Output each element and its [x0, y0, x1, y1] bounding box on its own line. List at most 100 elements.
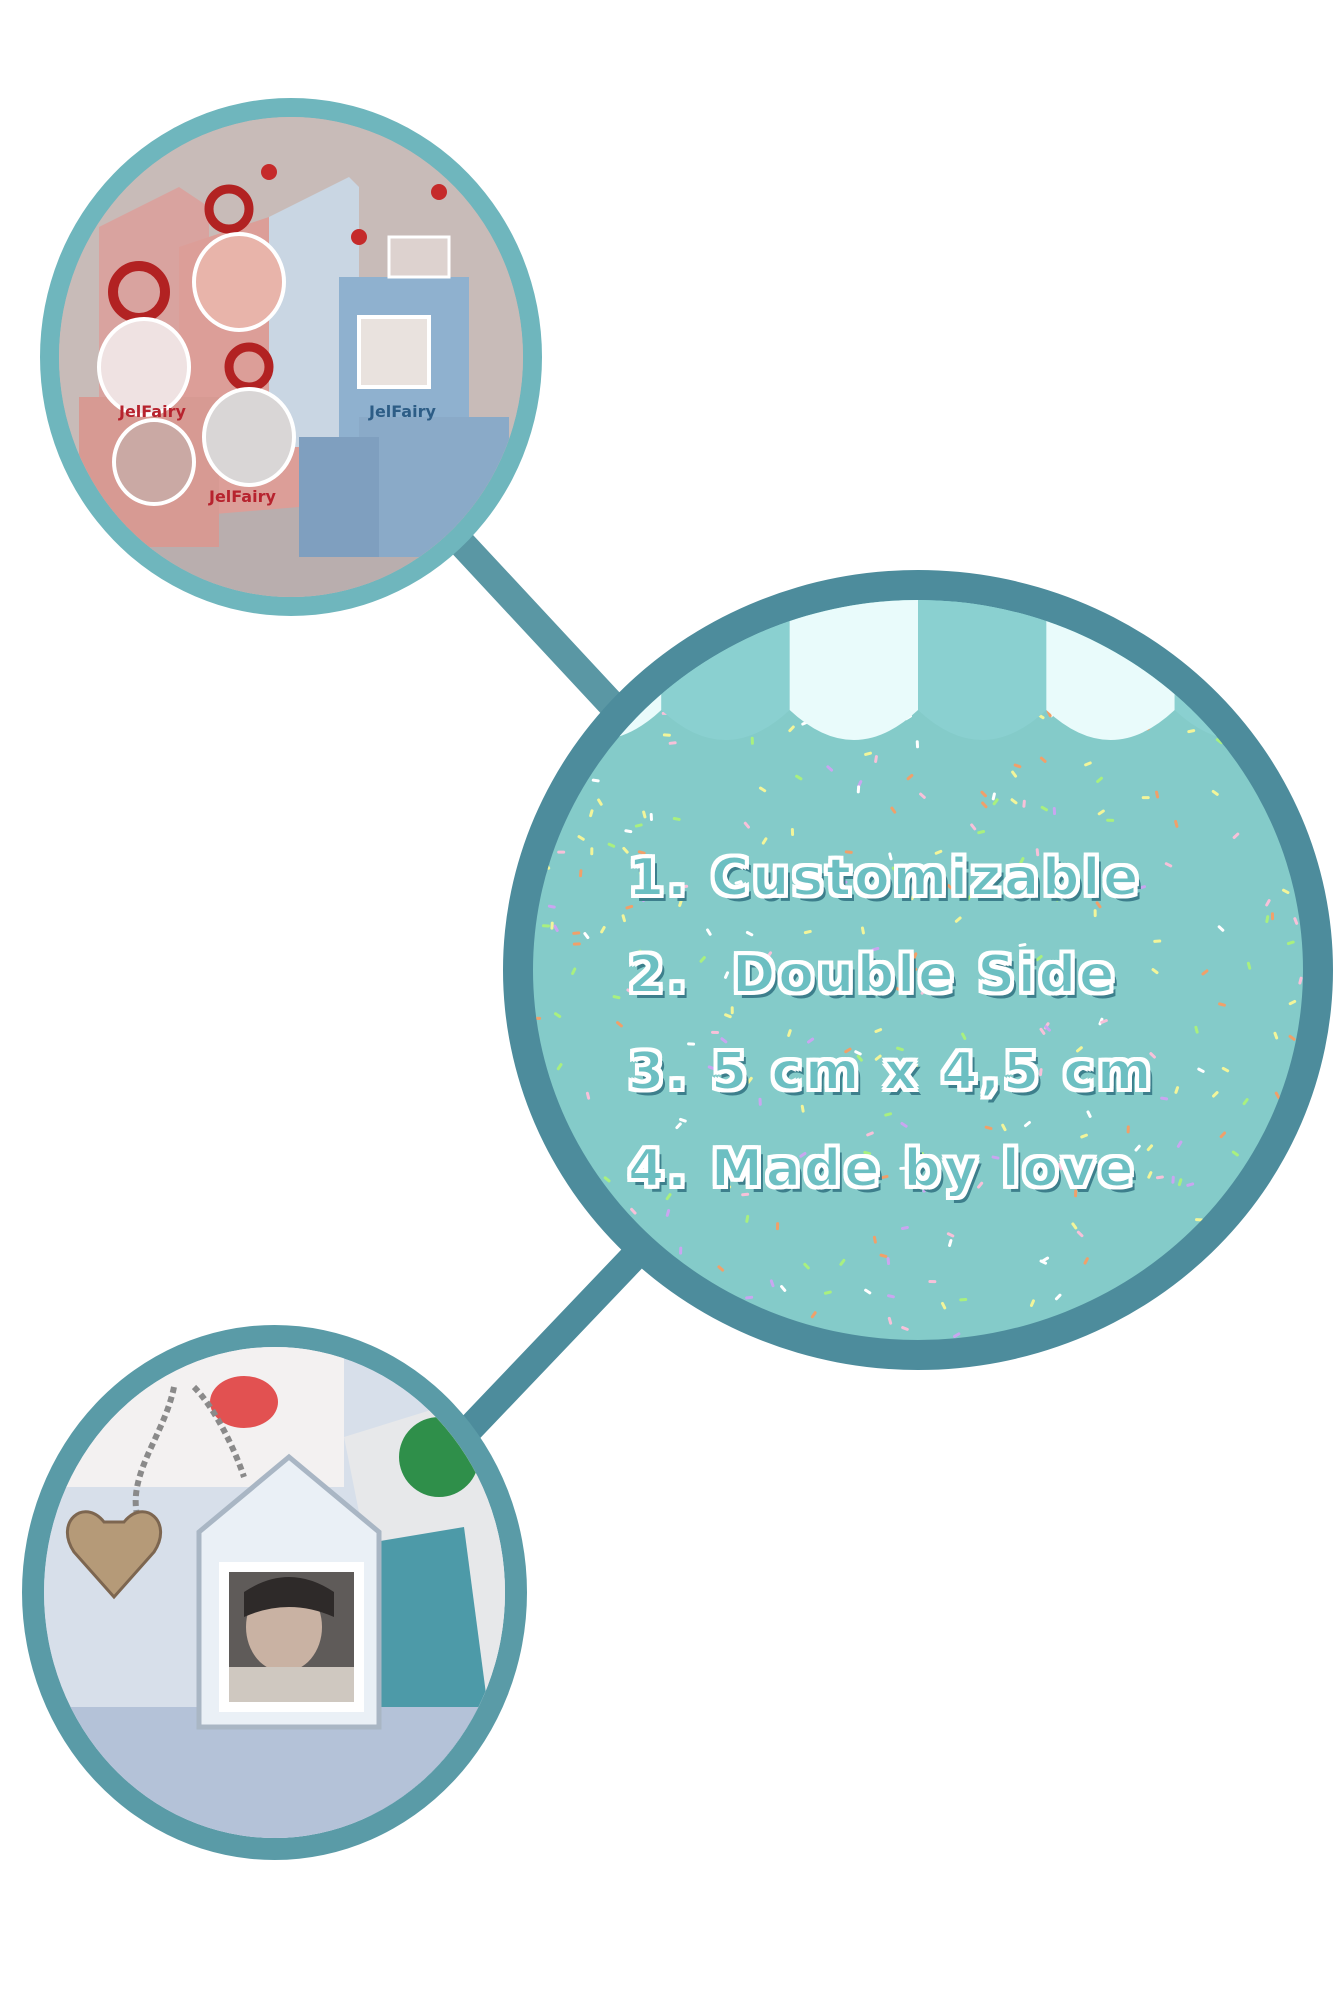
sprinkle: [652, 1252, 658, 1261]
sprinkle: [775, 1222, 780, 1231]
sprinkle: [1265, 1184, 1272, 1192]
sprinkle: [839, 1258, 846, 1266]
sprinkle: [1282, 888, 1290, 895]
sprinkle: [769, 1279, 775, 1288]
sprinkle: [612, 995, 621, 1000]
sprinkle: [946, 1232, 955, 1238]
sprinkle: [678, 1316, 686, 1321]
svg-text:JelFairy: JelFairy: [208, 487, 276, 506]
sprinkle: [1279, 807, 1287, 813]
sprinkle: [649, 812, 653, 821]
sprinkle: [598, 1213, 604, 1222]
sprinkle: [571, 967, 577, 975]
sprinkle: [578, 869, 583, 878]
sprinkle: [1273, 1031, 1279, 1040]
feature-size: 3. 5 cm x 4,5 cm: [627, 1041, 1155, 1103]
sprinkle: [1233, 1211, 1237, 1220]
sprinkle: [948, 1239, 953, 1247]
sprinkle: [1232, 832, 1240, 839]
sprinkle: [1265, 915, 1270, 924]
sprinkle: [1274, 1091, 1281, 1099]
sprinkle: [901, 1225, 909, 1231]
sprinkle: [590, 1193, 599, 1199]
sprinkle: [1294, 1178, 1301, 1186]
sprinkle: [551, 1231, 559, 1239]
sprinkle: [550, 921, 554, 930]
sprinkle: [1248, 1249, 1254, 1258]
sprinkle: [1277, 1211, 1285, 1218]
sprinkle: [1098, 1295, 1106, 1302]
sprinkle: [1171, 1175, 1175, 1184]
sprinkle: [603, 1176, 611, 1183]
awning-stripe: [1174, 600, 1303, 740]
sprinkle: [572, 942, 581, 946]
sprinkle: [1283, 821, 1292, 826]
sprinkle: [1176, 1140, 1183, 1148]
sprinkle: [1195, 1218, 1204, 1222]
sprinkle: [552, 805, 559, 813]
features-circle: 1. Customizable 2. Double Side 3. 5 cm x…: [503, 570, 1333, 1370]
awning-stripe: [918, 600, 1047, 740]
sprinkle: [533, 1016, 542, 1020]
sprinkle: [1186, 1182, 1195, 1187]
sprinkle: [901, 1326, 909, 1331]
sprinkle: [709, 1302, 715, 1311]
sprinkle: [672, 816, 681, 821]
keychains-photo: JelFairy JelFairy JelFairy: [59, 117, 523, 597]
house-keychain-photo: [44, 1347, 505, 1838]
sprinkle: [1286, 940, 1295, 946]
sprinkle: [1285, 1329, 1294, 1334]
sprinkle: [1265, 899, 1271, 907]
sprinkle: [664, 1329, 672, 1336]
sprinkle: [1174, 1086, 1180, 1094]
sprinkle: [544, 862, 551, 870]
sprinkle: [1071, 1222, 1078, 1230]
sprinkle: [823, 1290, 832, 1295]
sprinkle: [1246, 961, 1252, 970]
sprinkle: [1097, 809, 1105, 816]
sprinkle: [1182, 1308, 1186, 1317]
sprinkle: [887, 1294, 895, 1299]
sprinkle: [1155, 1175, 1164, 1180]
sprinkle: [1217, 925, 1225, 932]
sprinkle: [1201, 969, 1209, 976]
sprinkle: [1052, 807, 1057, 816]
sprinkle: [1231, 1150, 1239, 1157]
bottom-photo-circle: [22, 1325, 527, 1860]
sprinkle: [1215, 1306, 1224, 1311]
sprinkle: [1054, 1293, 1062, 1301]
sprinkle: [1160, 1096, 1169, 1101]
sprinkle: [887, 1316, 893, 1325]
sprinkle: [1040, 805, 1048, 812]
sprinkle: [583, 932, 590, 940]
feature-list: 1. Customizable 2. Double Side 3. 5 cm x…: [627, 830, 1155, 1218]
awning-decoration: [533, 600, 1303, 740]
sprinkle: [743, 821, 750, 829]
sprinkle: [572, 931, 581, 935]
sprinkle: [536, 1324, 544, 1332]
svg-text:JelFairy: JelFairy: [368, 402, 436, 421]
sprinkle: [1076, 1230, 1084, 1238]
sprinkle: [556, 1063, 563, 1071]
sprinkle: [803, 1262, 810, 1270]
sprinkle: [886, 1257, 891, 1266]
sprinkle: [541, 924, 550, 928]
sprinkle: [688, 1298, 696, 1306]
sprinkle: [642, 810, 647, 819]
sprinkle: [1174, 819, 1179, 828]
sprinkle: [538, 831, 547, 836]
sprinkle: [679, 1295, 684, 1304]
sprinkle: [1212, 1091, 1219, 1098]
sprinkle: [557, 850, 566, 854]
sprinkle: [1205, 1227, 1213, 1234]
sprinkle: [566, 1205, 575, 1210]
sprinkle: [621, 914, 626, 923]
sprinkle: [759, 1338, 768, 1340]
sprinkle: [1218, 1002, 1226, 1007]
sprinkle: [864, 1288, 872, 1295]
sprinkle: [1278, 1271, 1287, 1278]
sprinkle: [1288, 999, 1297, 1006]
sprinkle: [1288, 1112, 1294, 1121]
sprinkle: [1242, 1098, 1249, 1106]
sprinkle: [616, 1021, 623, 1028]
